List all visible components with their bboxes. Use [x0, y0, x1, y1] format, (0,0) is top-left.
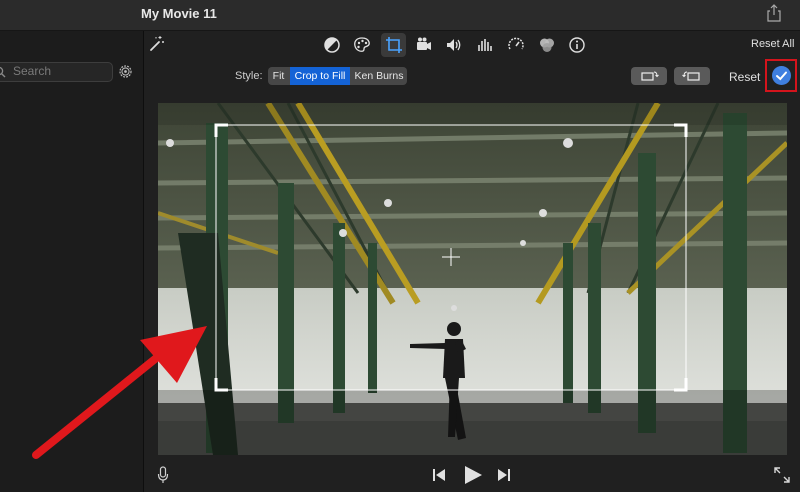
skip-forward-icon[interactable] — [497, 467, 511, 483]
microphone-icon[interactable] — [157, 466, 169, 484]
play-icon[interactable] — [463, 465, 483, 485]
fullscreen-icon[interactable] — [774, 467, 790, 483]
skip-back-icon[interactable] — [432, 467, 446, 483]
annotation-arrow — [32, 326, 207, 459]
